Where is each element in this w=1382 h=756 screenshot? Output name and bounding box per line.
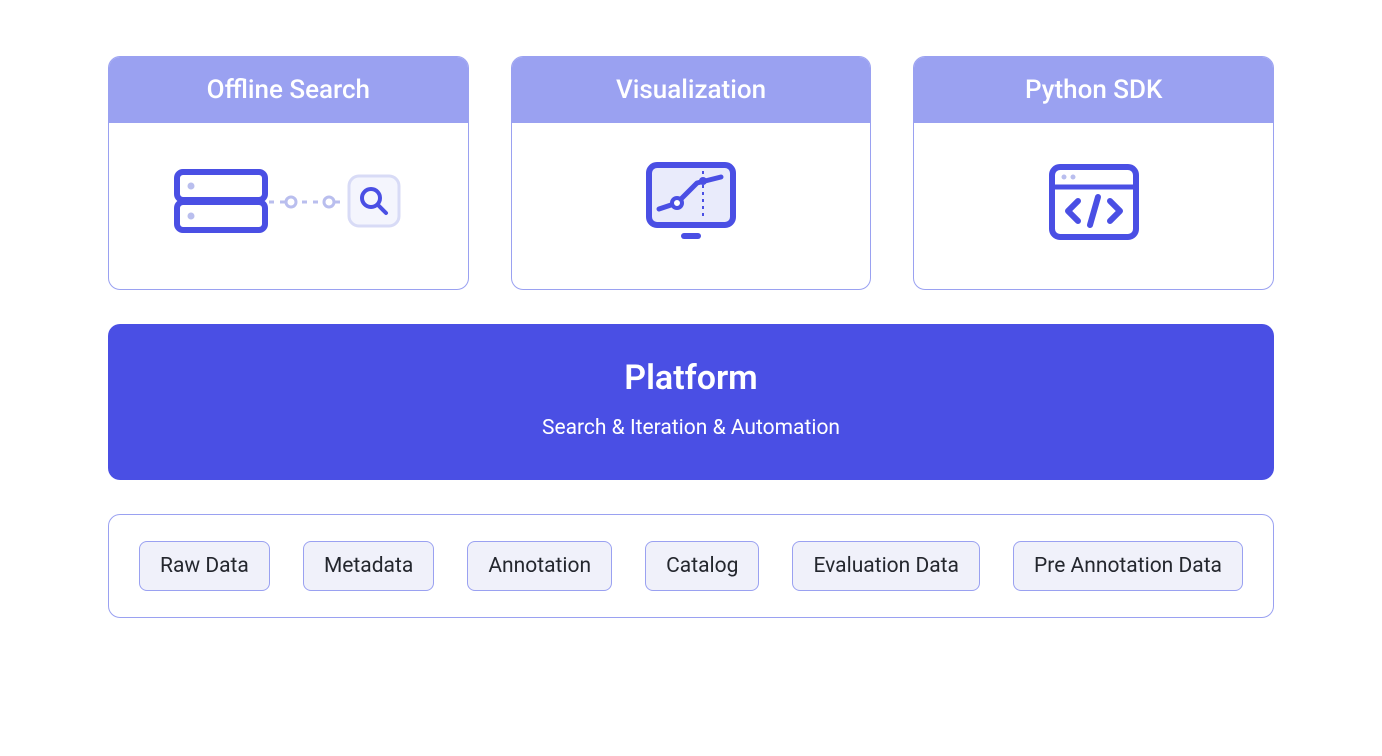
chip-metadata: Metadata	[303, 541, 434, 591]
chip-pre-annotation-data: Pre Annotation Data	[1013, 541, 1243, 591]
card-visualization: Visualization	[511, 56, 872, 290]
data-panel: Raw Data Metadata Annotation Catalog Eva…	[108, 514, 1274, 618]
chip-raw-data: Raw Data	[139, 541, 270, 591]
code-window-icon	[1046, 161, 1142, 247]
chip-annotation: Annotation	[467, 541, 612, 591]
platform-bar: Platform Search & Iteration & Automation	[108, 324, 1274, 480]
database-search-icon	[173, 162, 403, 246]
card-body	[109, 123, 468, 289]
card-title: Python SDK	[914, 57, 1273, 123]
platform-subtitle: Search & Iteration & Automation	[128, 416, 1254, 440]
chart-monitor-icon	[643, 159, 739, 249]
card-offline-search: Offline Search	[108, 56, 469, 290]
card-body	[512, 123, 871, 289]
chip-evaluation-data: Evaluation Data	[792, 541, 979, 591]
card-body	[914, 123, 1273, 289]
chip-catalog: Catalog	[645, 541, 759, 591]
platform-title: Platform	[128, 358, 1254, 398]
architecture-diagram: Offline Search	[108, 56, 1274, 618]
card-python-sdk: Python SDK	[913, 56, 1274, 290]
top-card-row: Offline Search	[108, 56, 1274, 290]
card-title: Visualization	[512, 57, 871, 123]
card-title: Offline Search	[109, 57, 468, 123]
